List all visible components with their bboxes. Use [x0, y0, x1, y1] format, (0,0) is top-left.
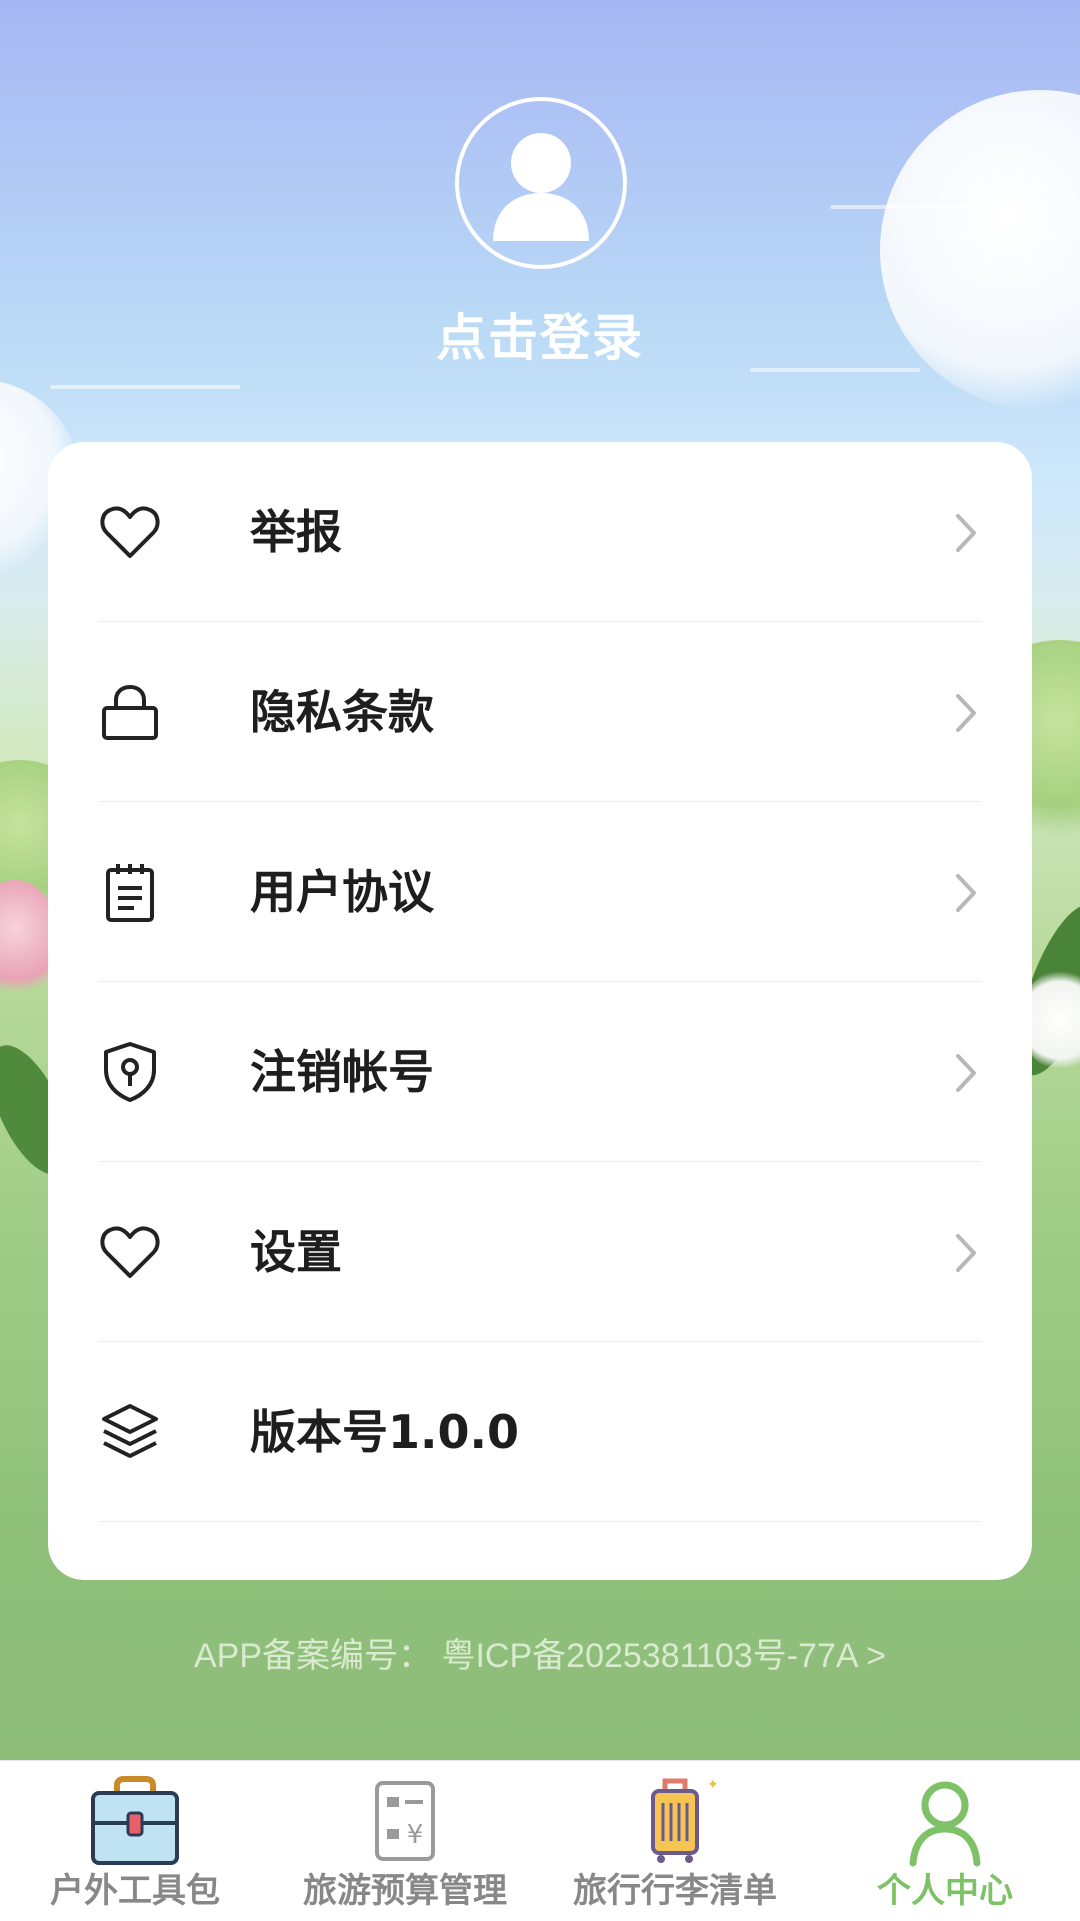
menu-item-settings[interactable]: 设置 — [98, 1162, 982, 1342]
login-prompt[interactable]: 点击登录 — [340, 298, 740, 370]
tab-luggage-list[interactable]: ✦ 旅行行李清单 — [540, 1761, 810, 1921]
user-avatar-icon — [493, 133, 589, 241]
menu-item-label: 用户协议 — [250, 865, 434, 919]
menu-item-report[interactable]: 举报 — [98, 442, 982, 622]
tab-label: 户外工具包 — [50, 1871, 220, 1911]
icp-record-link[interactable]: APP备案编号： 粤ICP备2025381103号-77A > — [0, 1628, 1080, 1677]
svg-text:¥: ¥ — [407, 1820, 424, 1850]
chevron-right-icon — [956, 1234, 976, 1272]
budget-icon: ¥ — [375, 1781, 435, 1861]
svg-text:✦: ✦ — [707, 1777, 719, 1793]
clipboard-icon — [106, 864, 154, 922]
tab-outdoor-toolkit[interactable]: 户外工具包 — [0, 1761, 270, 1921]
layers-icon — [102, 1404, 158, 1458]
tab-travel-budget[interactable]: ¥ 旅游预算管理 — [270, 1761, 540, 1921]
menu-item-label: 设置 — [250, 1225, 342, 1279]
menu-card: 举报 隐私条款 用户协议 注销帐号 设置 版本号1.0.0 — [48, 442, 1032, 1580]
heart-icon — [100, 1226, 160, 1278]
heart-icon — [100, 506, 160, 558]
chevron-right-icon — [956, 874, 976, 912]
bottom-tab-bar: 户外工具包 ¥ 旅游预算管理 ✦ 旅行行李清单 个人中心 — [0, 1760, 1080, 1921]
tab-label: 旅游预算管理 — [303, 1871, 507, 1911]
menu-item-label: 举报 — [250, 505, 342, 559]
version-label: 版本号1.0.0 — [250, 1405, 519, 1459]
tab-label: 个人中心 — [877, 1871, 1013, 1911]
chevron-right-icon — [956, 514, 976, 552]
chevron-right-icon — [956, 1054, 976, 1092]
person-icon — [909, 1781, 981, 1867]
toolbox-icon — [91, 1776, 179, 1865]
menu-item-label: 隐私条款 — [250, 685, 434, 739]
sky-streak — [830, 205, 1010, 209]
sky-streak — [750, 368, 920, 372]
sky-streak — [50, 385, 240, 389]
menu-item-user-agreement[interactable]: 用户协议 — [98, 802, 982, 982]
luggage-icon: ✦ — [651, 1777, 719, 1863]
menu-item-version: 版本号1.0.0 — [98, 1342, 982, 1522]
tab-label: 旅行行李清单 — [573, 1871, 777, 1911]
menu-item-label: 注销帐号 — [250, 1045, 434, 1099]
avatar[interactable] — [455, 97, 627, 269]
cloud-right — [880, 90, 1080, 410]
menu-item-privacy[interactable]: 隐私条款 — [98, 622, 982, 802]
menu-item-delete-account[interactable]: 注销帐号 — [98, 982, 982, 1162]
tab-personal-center[interactable]: 个人中心 — [810, 1761, 1080, 1921]
shield-key-icon — [104, 1042, 156, 1102]
chevron-right-icon — [956, 694, 976, 732]
lock-icon — [102, 684, 158, 740]
